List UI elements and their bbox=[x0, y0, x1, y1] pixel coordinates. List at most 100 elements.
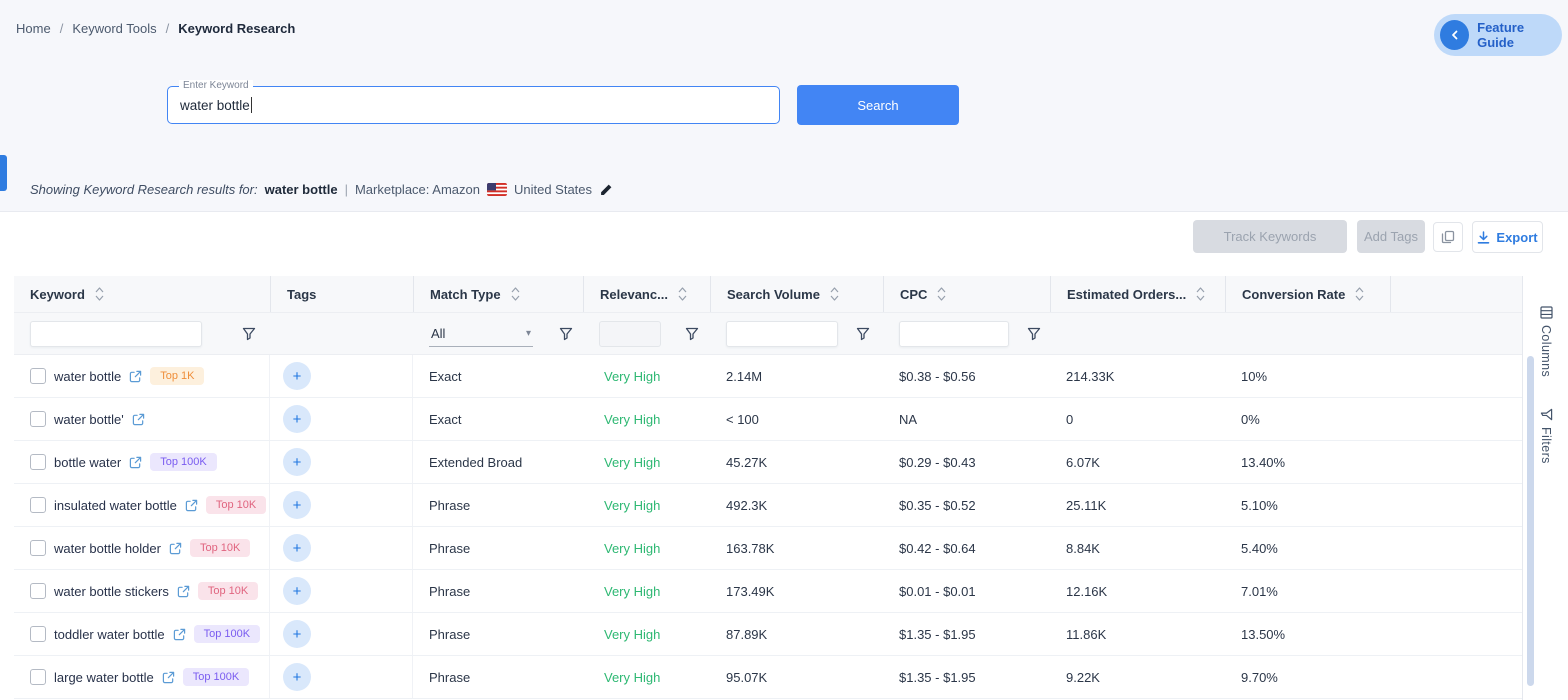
add-tag-button[interactable]: + bbox=[283, 663, 311, 691]
side-panel-handle[interactable] bbox=[0, 155, 7, 191]
search-volume-filter-input[interactable] bbox=[726, 321, 838, 347]
keyword-link[interactable]: water bottle stickers bbox=[54, 584, 169, 599]
external-link-icon[interactable] bbox=[177, 585, 190, 598]
relevance-value: Very High bbox=[604, 412, 660, 427]
table-row: water bottleTop 1K+ExactVery High2.14M$0… bbox=[14, 355, 1522, 398]
relevance-filter-funnel-icon[interactable] bbox=[685, 327, 699, 341]
sort-icon bbox=[830, 287, 839, 301]
row-checkbox[interactable] bbox=[30, 411, 46, 427]
cpc-value: $0.35 - $0.52 bbox=[899, 498, 976, 513]
breadcrumb-keyword-tools[interactable]: Keyword Tools bbox=[72, 21, 156, 36]
keyword-link[interactable]: insulated water bottle bbox=[54, 498, 177, 513]
keyword-link[interactable]: bottle water bbox=[54, 455, 121, 470]
keyword-link[interactable]: water bottle' bbox=[54, 412, 124, 427]
conversion-rate-value: 0% bbox=[1241, 412, 1260, 427]
add-tag-button[interactable]: + bbox=[283, 491, 311, 519]
external-link-icon[interactable] bbox=[129, 456, 142, 469]
table-header-row: KeywordTagsMatch TypeRelevanc...Search V… bbox=[14, 276, 1522, 313]
external-link-icon[interactable] bbox=[162, 671, 175, 684]
search-volume-value: 45.27K bbox=[726, 455, 767, 470]
add-tag-button[interactable]: + bbox=[283, 405, 311, 433]
column-header-match-type[interactable]: Match Type bbox=[413, 276, 583, 312]
external-link-icon[interactable] bbox=[173, 628, 186, 641]
table-row: large water bottleTop 100K+PhraseVery Hi… bbox=[14, 656, 1522, 699]
match-type-filter-value: All bbox=[431, 326, 445, 341]
row-checkbox[interactable] bbox=[30, 626, 46, 642]
relevance-value: Very High bbox=[604, 584, 660, 599]
external-link-icon[interactable] bbox=[185, 499, 198, 512]
export-button[interactable]: Export bbox=[1472, 221, 1543, 253]
chevron-left-icon bbox=[1440, 20, 1469, 50]
column-header-relevanc[interactable]: Relevanc... bbox=[583, 276, 710, 312]
estimated-orders-value: 9.22K bbox=[1066, 670, 1100, 685]
match-type-filter-funnel-icon[interactable] bbox=[559, 327, 573, 341]
add-tag-button[interactable]: + bbox=[283, 620, 311, 648]
keyword-filter-input[interactable] bbox=[30, 321, 202, 347]
cpc-filter-input[interactable] bbox=[899, 321, 1009, 347]
column-header-estimated-orders[interactable]: Estimated Orders... bbox=[1050, 276, 1225, 312]
results-prefix: Showing Keyword Research results for: bbox=[30, 182, 258, 197]
row-checkbox[interactable] bbox=[30, 583, 46, 599]
row-checkbox[interactable] bbox=[30, 368, 46, 384]
column-header-cpc[interactable]: CPC bbox=[883, 276, 1050, 312]
filter-cell bbox=[14, 313, 270, 354]
external-link-icon[interactable] bbox=[132, 413, 145, 426]
filter-cell bbox=[1390, 313, 1522, 354]
filters-panel-tab[interactable]: Filters bbox=[1539, 408, 1553, 464]
search-input-value: water bottle bbox=[180, 98, 250, 113]
conversion-rate-value: 5.40% bbox=[1241, 541, 1278, 556]
results-bar: Showing Keyword Research results for: wa… bbox=[30, 182, 613, 197]
keyword-link[interactable]: large water bottle bbox=[54, 670, 154, 685]
cpc-value: $0.01 - $0.01 bbox=[899, 584, 976, 599]
row-checkbox[interactable] bbox=[30, 540, 46, 556]
breadcrumb-current-page: Keyword Research bbox=[178, 21, 295, 36]
add-tag-button[interactable]: + bbox=[283, 448, 311, 476]
search-volume-value: 173.49K bbox=[726, 584, 774, 599]
add-tag-button[interactable]: + bbox=[283, 534, 311, 562]
row-checkbox[interactable] bbox=[30, 497, 46, 513]
search-input[interactable]: Enter Keyword water bottle bbox=[167, 86, 780, 124]
keyword-link[interactable]: water bottle bbox=[54, 369, 121, 384]
table-row: toddler water bottleTop 100K+PhraseVery … bbox=[14, 613, 1522, 656]
feature-guide-label: Feature Guide bbox=[1477, 20, 1562, 50]
row-checkbox[interactable] bbox=[30, 669, 46, 685]
estimated-orders-value: 8.84K bbox=[1066, 541, 1100, 556]
breadcrumb-home[interactable]: Home bbox=[16, 21, 51, 36]
keyword-link[interactable]: toddler water bottle bbox=[54, 627, 165, 642]
table-row: water bottle stickersTop 10K+PhraseVery … bbox=[14, 570, 1522, 613]
column-header-keyword[interactable]: Keyword bbox=[14, 276, 270, 312]
relevance-filter-input[interactable] bbox=[599, 321, 661, 347]
match-type-value: Phrase bbox=[429, 584, 470, 599]
match-type-filter-select[interactable]: All ▾ bbox=[429, 321, 533, 347]
edit-marketplace-icon[interactable] bbox=[599, 183, 613, 197]
column-header-conversion-rate[interactable]: Conversion Rate bbox=[1225, 276, 1390, 312]
conversion-rate-value: 13.50% bbox=[1241, 627, 1285, 642]
search-volume-filter-funnel-icon[interactable] bbox=[856, 327, 870, 341]
cpc-filter-funnel-icon[interactable] bbox=[1027, 327, 1041, 341]
keyword-filter-funnel-icon[interactable] bbox=[242, 327, 256, 341]
sort-icon bbox=[511, 287, 520, 301]
column-header-search-volume[interactable]: Search Volume bbox=[710, 276, 883, 312]
feature-guide-button[interactable]: Feature Guide bbox=[1434, 14, 1562, 56]
filter-cell bbox=[883, 313, 1050, 354]
copy-button[interactable] bbox=[1433, 222, 1463, 252]
search-button[interactable]: Search bbox=[797, 85, 959, 125]
chevron-down-icon: ▾ bbox=[526, 328, 531, 339]
sort-icon bbox=[937, 287, 946, 301]
add-tags-button[interactable]: Add Tags bbox=[1357, 220, 1425, 253]
columns-panel-tab[interactable]: Columns bbox=[1539, 306, 1553, 377]
vertical-scrollbar[interactable] bbox=[1527, 356, 1534, 686]
external-link-icon[interactable] bbox=[129, 370, 142, 383]
conversion-rate-value: 10% bbox=[1241, 369, 1267, 384]
filters-tab-label: Filters bbox=[1539, 427, 1553, 464]
add-tag-button[interactable]: + bbox=[283, 577, 311, 605]
row-checkbox[interactable] bbox=[30, 454, 46, 470]
export-label: Export bbox=[1496, 230, 1537, 245]
relevance-value: Very High bbox=[604, 670, 660, 685]
breadcrumb-separator: / bbox=[60, 21, 64, 36]
track-keywords-button[interactable]: Track Keywords bbox=[1193, 220, 1347, 253]
external-link-icon[interactable] bbox=[169, 542, 182, 555]
filter-cell bbox=[1225, 313, 1390, 354]
keyword-link[interactable]: water bottle holder bbox=[54, 541, 161, 556]
add-tag-button[interactable]: + bbox=[283, 362, 311, 390]
